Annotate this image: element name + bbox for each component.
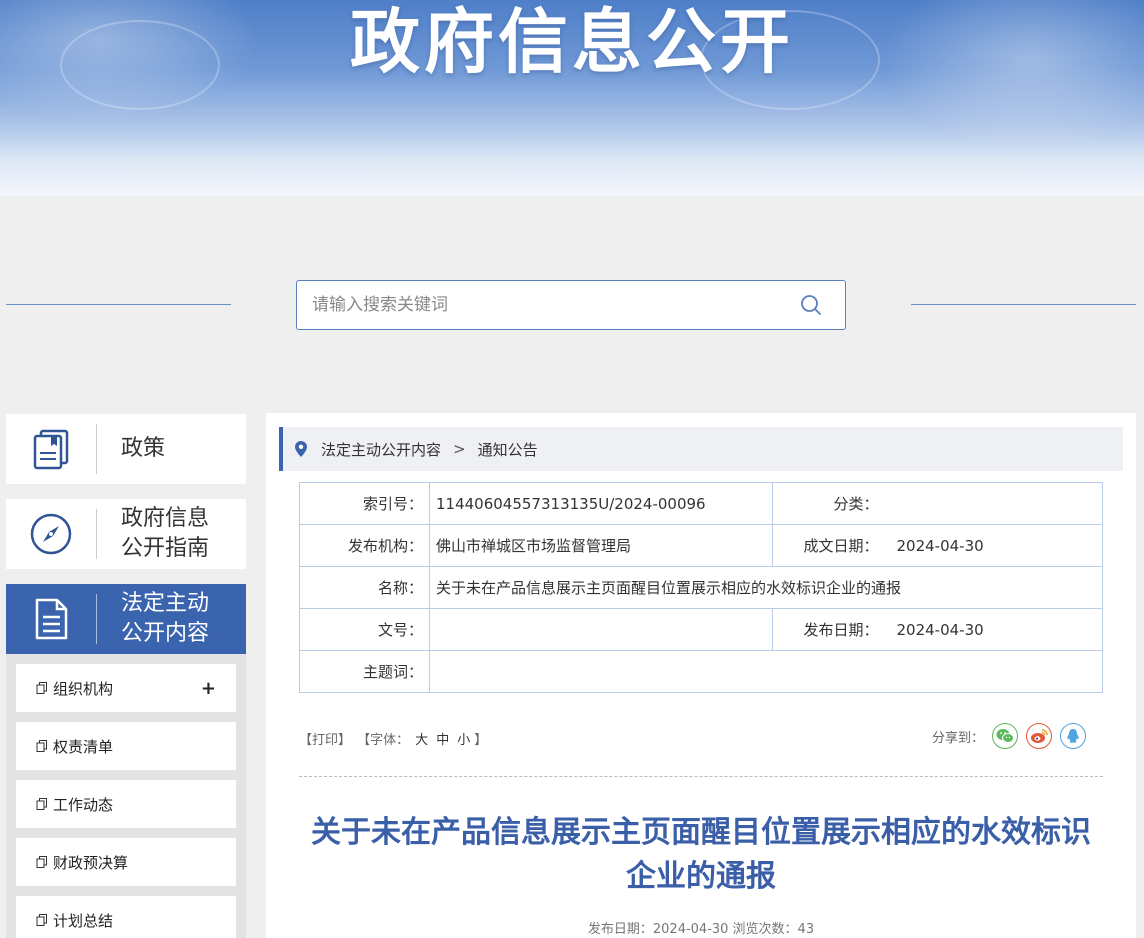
copy-icon [36, 682, 47, 694]
issuer-value: 佛山市禅城区市场监督管理局 [429, 524, 773, 567]
sidebar-item-work-updates[interactable]: 工作动态 [16, 780, 236, 828]
article-meta: 发布日期：2024-04-30 浏览次数：43 [587, 922, 815, 937]
expand-icon[interactable]: + [201, 678, 216, 699]
sidebar-item-label: 工作动态 [53, 795, 114, 814]
weibo-share-icon[interactable] [1026, 723, 1053, 749]
search-icon[interactable] [799, 293, 823, 317]
category-label: 分类： [772, 482, 893, 525]
keywords-value [429, 650, 1103, 693]
index-no-value: 11440604557313135U/2024-00096 [429, 482, 773, 525]
compass-icon [6, 499, 96, 569]
font-size-suffix: 】 [474, 733, 488, 748]
breadcrumb: 法定主动公开内容 > 通知公告 [279, 427, 1123, 471]
name-label: 名称： [299, 566, 430, 609]
sidebar-item-plans[interactable]: 计划总结 [16, 896, 236, 938]
sidebar-card-label: 政策 [121, 436, 166, 461]
sidebar-item-label: 计划总结 [53, 911, 114, 930]
issuer-label: 发布机构： [299, 524, 430, 567]
share-bar: 分享到： [932, 723, 1087, 749]
keywords-label: 主题词： [299, 650, 430, 693]
sidebar-item-label: 财政预决算 [53, 853, 129, 872]
copy-icon [36, 740, 47, 752]
qq-share-icon[interactable] [1060, 723, 1087, 749]
sidebar-card-mandatory-disclosure[interactable]: 法定主动 公开内容 [6, 584, 246, 654]
sidebar-card-label-line1: 政府信息 [121, 506, 210, 531]
font-small-button[interactable]: 小 [457, 733, 470, 748]
sidebar-card-label: 法定主动 公开内容 [97, 589, 209, 649]
divider [299, 776, 1103, 777]
sidebar-card-policy[interactable]: 政策 [6, 414, 246, 484]
sidebar-item-label: 组织机构 [53, 679, 114, 698]
font-medium-button[interactable]: 中 [436, 733, 449, 748]
category-value [892, 482, 1103, 525]
main-panel: 法定主动公开内容 > 通知公告 索引号： 11440604557313135U/… [266, 413, 1136, 938]
print-button[interactable]: 【打印】 [299, 733, 351, 748]
doc-no-label: 文号： [299, 608, 430, 651]
breadcrumb-link[interactable]: 通知公告 [478, 439, 538, 460]
search-divider-left [6, 304, 231, 305]
created-date-label: 成文日期： [772, 524, 893, 567]
sidebar-item-label: 权责清单 [53, 737, 114, 756]
sidebar-card-label: 政府信息 公开指南 [97, 504, 209, 564]
font-large-button[interactable]: 大 [415, 733, 428, 748]
location-pin-icon [295, 441, 307, 457]
wechat-share-icon[interactable] [992, 723, 1019, 749]
sidebar-card-label-line1: 法定主动 [121, 591, 210, 616]
book-icon [6, 414, 96, 484]
chevron-right-icon: > [453, 440, 466, 458]
doc-no-value [429, 608, 773, 651]
search-divider-right [911, 304, 1136, 305]
share-label: 分享到： [932, 730, 985, 746]
index-no-label: 索引号： [299, 482, 430, 525]
created-date-value: 2024-04-30 [892, 524, 1103, 567]
search-input[interactable] [297, 281, 799, 329]
sidebar-card-label-line2: 公开指南 [121, 536, 210, 561]
name-value: 关于未在产品信息展示主页面醒目位置展示相应的水效标识企业的通报 [429, 566, 1103, 609]
article-title: 关于未在产品信息展示主页面醒目位置展示相应的水效标识企业的通报 [311, 815, 1091, 894]
published-date-value: 2024-04-30 [892, 608, 1103, 651]
copy-icon [36, 798, 47, 810]
banner-title: 政府信息公开 [350, 1, 794, 83]
breadcrumb-link[interactable]: 法定主动公开内容 [321, 439, 441, 460]
sidebar-item-budget[interactable]: 财政预决算 [16, 838, 236, 886]
info-table: 索引号： 11440604557313135U/2024-00096 分类： 发… [299, 482, 1103, 693]
copy-icon [36, 856, 47, 868]
sidebar-item-responsibilities[interactable]: 权责清单 [16, 722, 236, 770]
published-date-label: 发布日期： [772, 608, 893, 651]
article-tools: 【打印】 【字体： 大中小】 [299, 729, 489, 748]
copy-icon [36, 914, 47, 926]
sidebar-card-guide[interactable]: 政府信息 公开指南 [6, 499, 246, 569]
sidebar-card-label-line2: 公开内容 [121, 621, 210, 646]
search-box [296, 280, 846, 330]
font-size-prefix: 【字体： [357, 733, 410, 748]
document-icon [6, 584, 96, 654]
banner: 政府信息公开 [0, 0, 1144, 196]
sidebar-item-organization[interactable]: 组织机构 + [16, 664, 236, 712]
